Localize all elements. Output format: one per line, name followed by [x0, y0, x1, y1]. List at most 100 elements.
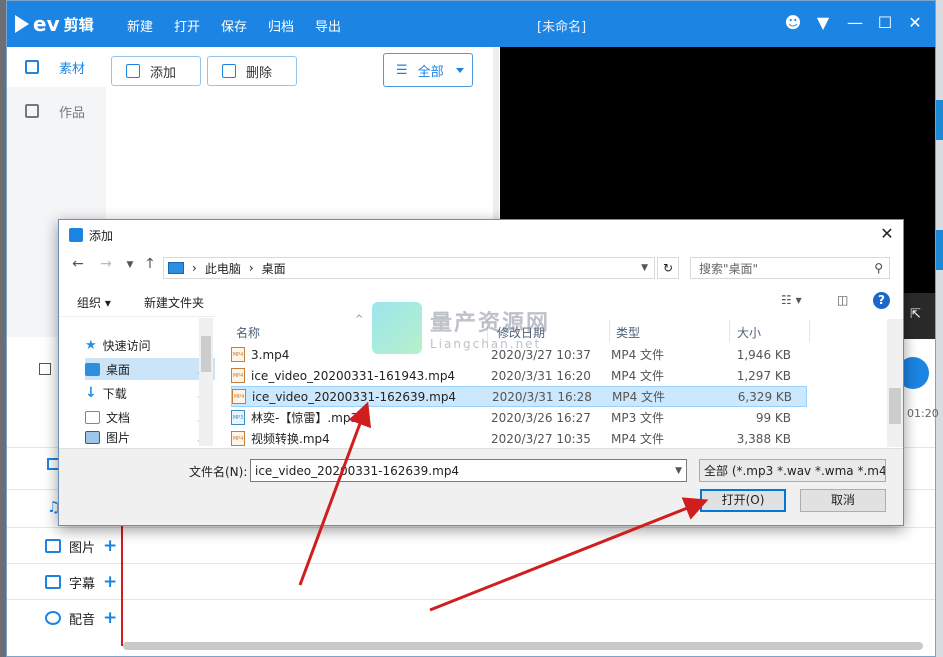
maximize-icon[interactable]: ☐ [875, 13, 895, 33]
file-size: 1,297 KB [736, 368, 791, 383]
document-title: [未命名] [537, 20, 587, 35]
list-icon: ☰ [396, 62, 408, 78]
add-button[interactable]: 添加 [111, 56, 201, 86]
filetype-select[interactable]: 全部 (*.mp3 *.wav *.wma *.m4 ▼ [699, 459, 886, 482]
file-list-scrollbar[interactable] [887, 319, 903, 447]
track-row-subtitle: 字幕 + [7, 563, 935, 599]
file-type: MP4 文件 [611, 348, 665, 362]
microphone-icon [45, 611, 61, 625]
picture-icon [85, 430, 100, 444]
delete-button[interactable]: 删除 [207, 56, 297, 86]
search-input[interactable]: 搜索"桌面" ⚲ [690, 257, 890, 279]
track-label-text: 图片 [69, 540, 96, 556]
fullscreen-icon[interactable]: ⇱ [910, 307, 921, 322]
watermark-logo-icon [372, 302, 422, 354]
minimize-icon[interactable]: — [845, 13, 865, 33]
mp4-file-icon: MP4 [231, 347, 245, 362]
add-image-plus-icon[interactable]: + [103, 536, 117, 556]
file-date: 2020/3/27 10:35 [491, 431, 591, 446]
refresh-icon[interactable]: ↻ [657, 257, 679, 279]
filename-input[interactable]: ice_video_20200331-162639.mp4 ▼ [250, 459, 687, 482]
preview-pane-icon[interactable]: ◫ [837, 293, 848, 307]
tree-scrollbar-thumb[interactable] [201, 336, 211, 372]
tree-item-documents[interactable]: 文档 📌 [85, 406, 215, 428]
recent-locations-icon[interactable]: ▼ [121, 260, 139, 280]
menu-save[interactable]: 保存 [221, 16, 247, 35]
add-file-icon [126, 64, 140, 78]
tree-item-downloads[interactable]: ↓ 下载 📌 [85, 382, 215, 404]
breadcrumb-root[interactable]: 此电脑 [205, 260, 241, 277]
user-icon[interactable]: ☻ [783, 13, 803, 33]
add-file-dialog: 添加 ✕ ← → ▼ ↑ › 此电脑 › 桌面 ▼ ↻ 搜索"桌面" ⚲ 组织 … [58, 219, 904, 526]
track-row-voiceover: 配音 + [7, 599, 935, 635]
tree-item-pictures[interactable]: 图片 📌 [85, 428, 215, 446]
menu-export[interactable]: 导出 [315, 16, 341, 35]
back-arrow-icon[interactable]: ← [69, 256, 87, 276]
dropdown-menu-icon[interactable]: ▼ [813, 13, 833, 33]
column-header-size[interactable]: 大小 [737, 324, 761, 341]
close-icon[interactable]: ✕ [905, 13, 925, 33]
file-type: MP4 文件 [612, 390, 666, 404]
track-label-voiceover: 配音 + [45, 600, 125, 636]
breadcrumb-current[interactable]: 桌面 [262, 260, 286, 277]
navigation-tree: ★ 快速访问 桌面 📌 ↓ 下载 📌 文档 📌 图片 📌 [59, 316, 217, 446]
time-ruler-mark: 01:20 [907, 407, 939, 420]
search-icon: ⚲ [874, 261, 883, 275]
chevron-down-icon[interactable]: ▼ [675, 466, 682, 476]
column-header-name[interactable]: 名称 [236, 324, 260, 341]
watermark-cn-text: 量产资源网 [430, 311, 551, 336]
desktop-icon [85, 362, 100, 376]
tree-item-desktop[interactable]: 桌面 📌 [85, 358, 215, 380]
text-icon [45, 575, 61, 589]
forward-arrow-icon[interactable]: → [97, 256, 115, 276]
checkbox[interactable] [39, 363, 51, 375]
watermark-en-text: Liangchan.net [430, 337, 542, 351]
tree-item-label: 图片 [106, 430, 131, 445]
filename-value: ice_video_20200331-162639.mp4 [255, 463, 460, 478]
dialog-title: 添加 [89, 228, 114, 243]
file-size: 99 KB [755, 410, 791, 425]
address-dropdown-icon[interactable]: ▼ [641, 263, 648, 273]
nav-item-works[interactable]: 作品 [7, 91, 106, 131]
mp3-file-icon: MP3 [231, 410, 245, 425]
timeline-scrollbar[interactable] [123, 642, 923, 650]
column-divider[interactable] [729, 320, 730, 342]
dialog-close-icon[interactable]: ✕ [875, 224, 899, 246]
help-icon[interactable]: ? [873, 292, 890, 309]
filetype-value: 全部 (*.mp3 *.wav *.wma *.m4 [704, 464, 886, 478]
up-arrow-icon[interactable]: ↑ [141, 256, 159, 276]
grid-icon [25, 60, 39, 74]
mp4-file-icon: MP4 [232, 389, 246, 404]
file-list-scrollbar-thumb[interactable] [889, 388, 901, 424]
menu-open[interactable]: 打开 [174, 16, 200, 35]
file-size: 6,329 KB [737, 389, 792, 404]
chevron-down-icon [456, 67, 464, 73]
image-icon [45, 539, 61, 553]
column-header-type[interactable]: 类型 [616, 324, 640, 341]
file-row[interactable]: MP4 ice_video_20200331-161943.mp4 2020/3… [231, 365, 807, 386]
menu-new[interactable]: 新建 [127, 16, 153, 35]
tree-item-quick-access[interactable]: ★ 快速访问 [85, 334, 215, 356]
track-label-image: 图片 + [45, 528, 125, 564]
file-type: MP4 文件 [611, 432, 665, 446]
column-divider[interactable] [809, 320, 810, 342]
add-subtitle-plus-icon[interactable]: + [103, 572, 117, 592]
new-folder-button[interactable]: 新建文件夹 [144, 294, 204, 311]
nav-item-materials[interactable]: 素材 [7, 47, 106, 87]
file-name: 林奕-【惊雷】.mp3 [251, 411, 359, 425]
track-label-subtitle: 字幕 + [45, 564, 125, 600]
column-divider[interactable] [609, 320, 610, 342]
file-row[interactable]: MP4 视频转换.mp4 2020/3/27 10:35 MP4 文件 3,38… [231, 428, 807, 449]
menu-archive[interactable]: 归档 [268, 16, 294, 35]
view-options-icon[interactable]: ☷ ▾ [781, 293, 802, 307]
cancel-button[interactable]: 取消 [800, 489, 886, 512]
address-bar[interactable]: › 此电脑 › 桌面 ▼ [163, 257, 655, 279]
file-name: 视频转换.mp4 [251, 432, 330, 446]
file-row-selected[interactable]: MP4 ice_video_20200331-162639.mp4 2020/3… [231, 386, 807, 407]
open-button[interactable]: 打开(O) [700, 489, 786, 512]
app-icon [69, 228, 83, 242]
organize-menu[interactable]: 组织 ▾ [77, 294, 111, 311]
file-row[interactable]: MP3 林奕-【惊雷】.mp3 2020/3/26 16:27 MP3 文件 9… [231, 407, 807, 428]
add-voiceover-plus-icon[interactable]: + [103, 608, 117, 628]
filter-dropdown[interactable]: ☰ 全部 [383, 53, 473, 87]
